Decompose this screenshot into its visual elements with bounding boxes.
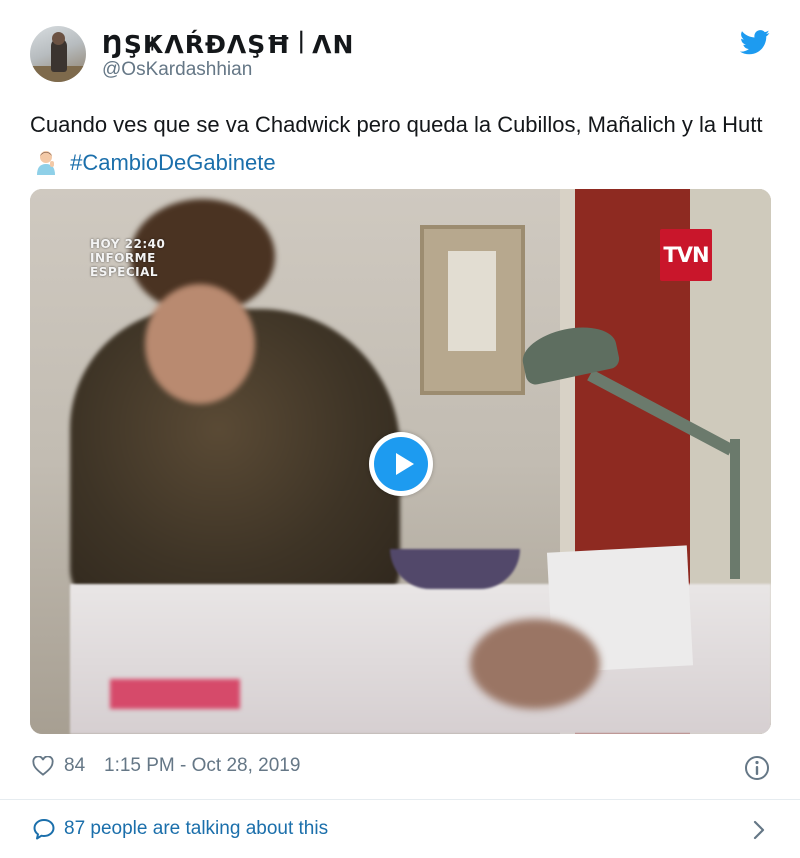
play-button-circle bbox=[374, 437, 428, 491]
speech-bubble-icon bbox=[33, 819, 55, 840]
video-pink-object bbox=[110, 679, 240, 709]
video-picture-frame bbox=[420, 225, 525, 395]
video-person-face bbox=[145, 284, 255, 404]
tweet-timestamp[interactable]: 1:15 PM - Oct 28, 2019 bbox=[104, 755, 300, 777]
embedded-tweet-card: ŊŞҜΛŔÐΛŞĦ꒐ΛΝ @OsKardashhian Cuando ves q… bbox=[0, 0, 800, 858]
tweet-body: Cuando ves que se va Chadwick pero queda… bbox=[30, 112, 763, 137]
hashtag-link[interactable]: #CambioDeGabinete bbox=[70, 150, 275, 175]
display-name[interactable]: ŊŞҜΛŔÐΛŞĦ꒐ΛΝ bbox=[102, 27, 354, 60]
tvn-channel-logo: TVN bbox=[660, 229, 712, 281]
divider bbox=[0, 799, 800, 800]
avatar[interactable] bbox=[30, 26, 86, 82]
video-media[interactable]: HOY 22:40 INFORME ESPECIAL TVN bbox=[30, 189, 771, 734]
play-icon bbox=[396, 453, 414, 475]
user-handle[interactable]: @OsKardashhian bbox=[102, 59, 252, 81]
play-button[interactable] bbox=[369, 432, 433, 496]
info-icon[interactable] bbox=[744, 755, 770, 781]
broadcast-overlay-text: HOY 22:40 INFORME ESPECIAL bbox=[90, 237, 166, 279]
like-count[interactable]: 84 bbox=[64, 755, 85, 777]
avatar-head bbox=[52, 32, 65, 45]
tweet-text: Cuando ves que se va Chadwick pero queda… bbox=[30, 106, 770, 182]
video-bowl bbox=[390, 549, 520, 589]
tweet-meta-row: 84 1:15 PM - Oct 28, 2019 bbox=[30, 752, 772, 784]
video-lamp-stem bbox=[730, 439, 740, 579]
talking-about-text[interactable]: 87 people are talking about this bbox=[64, 818, 328, 840]
chevron-right-icon[interactable] bbox=[752, 820, 766, 840]
heart-icon[interactable] bbox=[32, 756, 54, 776]
twitter-bird-icon[interactable] bbox=[740, 30, 770, 55]
conversation-link[interactable]: 87 people are talking about this bbox=[30, 812, 772, 848]
person-gesturing-emoji-icon bbox=[37, 151, 55, 175]
video-hand bbox=[470, 619, 600, 709]
